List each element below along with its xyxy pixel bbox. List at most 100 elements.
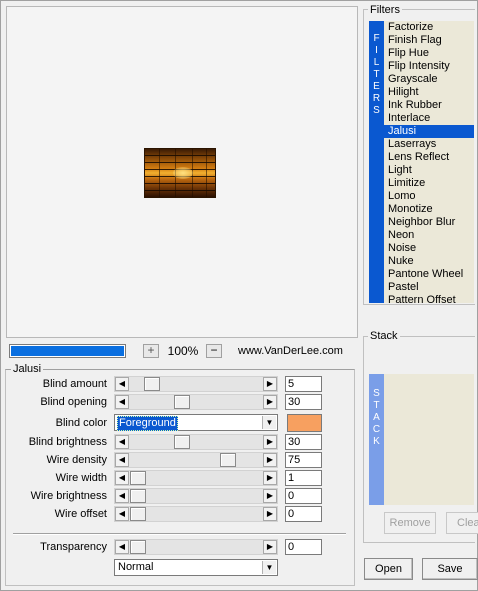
band-letter: R bbox=[372, 93, 381, 104]
filter-item[interactable]: Flip Intensity bbox=[384, 60, 474, 73]
divider bbox=[13, 533, 346, 535]
filter-item[interactable]: Pastel bbox=[384, 281, 474, 294]
arrow-right-icon[interactable]: ▶ bbox=[263, 471, 277, 485]
arrow-right-icon[interactable]: ▶ bbox=[263, 540, 277, 554]
progress-fill bbox=[11, 346, 124, 356]
blind-opening-label: Blind opening bbox=[40, 396, 107, 408]
filter-item[interactable]: Hilight bbox=[384, 86, 474, 99]
wire-offset-label: Wire offset bbox=[54, 508, 107, 520]
blind-color-select[interactable]: Foreground ▼ bbox=[114, 414, 278, 431]
filter-item[interactable]: Neon bbox=[384, 229, 474, 242]
filters-vertical-label: FILTERS bbox=[369, 21, 384, 303]
blind-color-label: Blind color bbox=[55, 417, 107, 429]
arrow-left-icon[interactable]: ◀ bbox=[115, 507, 129, 521]
blind-opening-slider[interactable]: ◀ ▶ bbox=[114, 394, 278, 410]
preview-pane[interactable] bbox=[6, 6, 358, 338]
arrow-left-icon[interactable]: ◀ bbox=[115, 395, 129, 409]
arrow-left-icon[interactable]: ◀ bbox=[115, 471, 129, 485]
filter-item[interactable]: Lomo bbox=[384, 190, 474, 203]
filter-item[interactable]: Limitize bbox=[384, 177, 474, 190]
filter-list[interactable]: Factorize Finish Flag Flip Hue Flip Intensi… bbox=[384, 21, 474, 303]
filter-item[interactable]: Nuke bbox=[384, 255, 474, 268]
arrow-left-icon[interactable]: ◀ bbox=[115, 377, 129, 391]
filter-item[interactable]: Pattern Offset bbox=[384, 294, 474, 303]
chevron-down-icon[interactable]: ▼ bbox=[262, 416, 276, 429]
zoom-level: 100% bbox=[167, 344, 199, 358]
slider-thumb[interactable] bbox=[130, 540, 146, 554]
transparency-slider[interactable]: ◀ ▶ bbox=[114, 539, 278, 555]
remove-button[interactable]: Remove bbox=[384, 512, 436, 534]
filter-item[interactable]: Flip Hue bbox=[384, 47, 474, 60]
blind-color-swatch[interactable] bbox=[287, 414, 322, 432]
filter-item[interactable]: Ink Rubber bbox=[384, 99, 474, 112]
filter-item[interactable]: Pantone Wheel bbox=[384, 268, 474, 281]
website-link[interactable]: www.VanDerLee.com bbox=[238, 344, 343, 358]
band-letter: L bbox=[373, 57, 380, 68]
wire-brightness-label: Wire brightness bbox=[30, 490, 107, 502]
blind-brightness-label: Blind brightness bbox=[28, 436, 107, 448]
blind-amount-slider[interactable]: ◀ ▶ bbox=[114, 376, 278, 392]
filter-item[interactable]: Monotize bbox=[384, 203, 474, 216]
arrow-right-icon[interactable]: ▶ bbox=[263, 435, 277, 449]
filter-item[interactable]: Neighbor Blur bbox=[384, 216, 474, 229]
wire-offset-slider[interactable]: ◀ ▶ bbox=[114, 506, 278, 522]
arrow-left-icon[interactable]: ◀ bbox=[115, 453, 129, 467]
blend-mode-value: Normal bbox=[118, 561, 154, 573]
arrow-left-icon[interactable]: ◀ bbox=[115, 540, 129, 554]
save-button[interactable]: Save bbox=[422, 558, 478, 580]
filter-item[interactable]: Laserrays bbox=[384, 138, 474, 151]
blind-color-value: Foreground bbox=[117, 416, 178, 431]
render-progress-bar bbox=[9, 344, 126, 358]
filters-title: Filters bbox=[368, 4, 402, 16]
slider-thumb[interactable] bbox=[144, 377, 160, 391]
blind-brightness-value[interactable]: 30 bbox=[285, 434, 322, 450]
blind-amount-label: Blind amount bbox=[42, 378, 107, 390]
wire-density-slider[interactable]: ◀ ▶ bbox=[114, 452, 278, 468]
band-letter: S bbox=[373, 388, 380, 399]
blind-brightness-slider[interactable]: ◀ ▶ bbox=[114, 434, 278, 450]
band-letter: F bbox=[373, 33, 380, 44]
zoom-out-button[interactable]: − bbox=[206, 344, 222, 358]
arrow-right-icon[interactable]: ▶ bbox=[263, 453, 277, 467]
wire-offset-value[interactable]: 0 bbox=[285, 506, 322, 522]
filter-item[interactable]: Factorize bbox=[384, 21, 474, 34]
wire-width-value[interactable]: 1 bbox=[285, 470, 322, 486]
clear-button[interactable]: Clear bbox=[446, 512, 478, 534]
arrow-right-icon[interactable]: ▶ bbox=[263, 507, 277, 521]
blind-amount-value[interactable]: 5 bbox=[285, 376, 322, 392]
wire-density-label: Wire density bbox=[46, 454, 107, 466]
wire-width-slider[interactable]: ◀ ▶ bbox=[114, 470, 278, 486]
chevron-down-icon[interactable]: ▼ bbox=[262, 561, 276, 574]
slider-thumb[interactable] bbox=[130, 507, 146, 521]
filter-item[interactable]: Grayscale bbox=[384, 73, 474, 86]
slider-thumb[interactable] bbox=[174, 435, 190, 449]
filter-item[interactable]: Lens Reflect bbox=[384, 151, 474, 164]
slider-thumb[interactable] bbox=[130, 489, 146, 503]
band-letter: T bbox=[373, 400, 380, 411]
band-letter: A bbox=[373, 412, 380, 423]
stack-title: Stack bbox=[368, 330, 400, 342]
band-letter: I bbox=[375, 45, 378, 56]
filter-item[interactable]: Jalusi bbox=[384, 125, 474, 138]
arrow-right-icon[interactable]: ▶ bbox=[263, 395, 277, 409]
stack-list[interactable] bbox=[384, 374, 474, 505]
arrow-right-icon[interactable]: ▶ bbox=[263, 377, 277, 391]
arrow-right-icon[interactable]: ▶ bbox=[263, 489, 277, 503]
filter-item[interactable]: Light bbox=[384, 164, 474, 177]
blend-mode-select[interactable]: Normal ▼ bbox=[114, 559, 278, 576]
open-button[interactable]: Open bbox=[364, 558, 413, 580]
zoom-in-button[interactable]: + bbox=[143, 344, 159, 358]
slider-thumb[interactable] bbox=[130, 471, 146, 485]
transparency-value[interactable]: 0 bbox=[285, 539, 322, 555]
slider-thumb[interactable] bbox=[220, 453, 236, 467]
arrow-left-icon[interactable]: ◀ bbox=[115, 435, 129, 449]
filter-item[interactable]: Finish Flag bbox=[384, 34, 474, 47]
wire-brightness-value[interactable]: 0 bbox=[285, 488, 322, 504]
wire-density-value[interactable]: 75 bbox=[285, 452, 322, 468]
arrow-left-icon[interactable]: ◀ bbox=[115, 489, 129, 503]
slider-thumb[interactable] bbox=[174, 395, 190, 409]
blind-opening-value[interactable]: 30 bbox=[285, 394, 322, 410]
filter-item[interactable]: Noise bbox=[384, 242, 474, 255]
wire-brightness-slider[interactable]: ◀ ▶ bbox=[114, 488, 278, 504]
filter-item[interactable]: Interlace bbox=[384, 112, 474, 125]
